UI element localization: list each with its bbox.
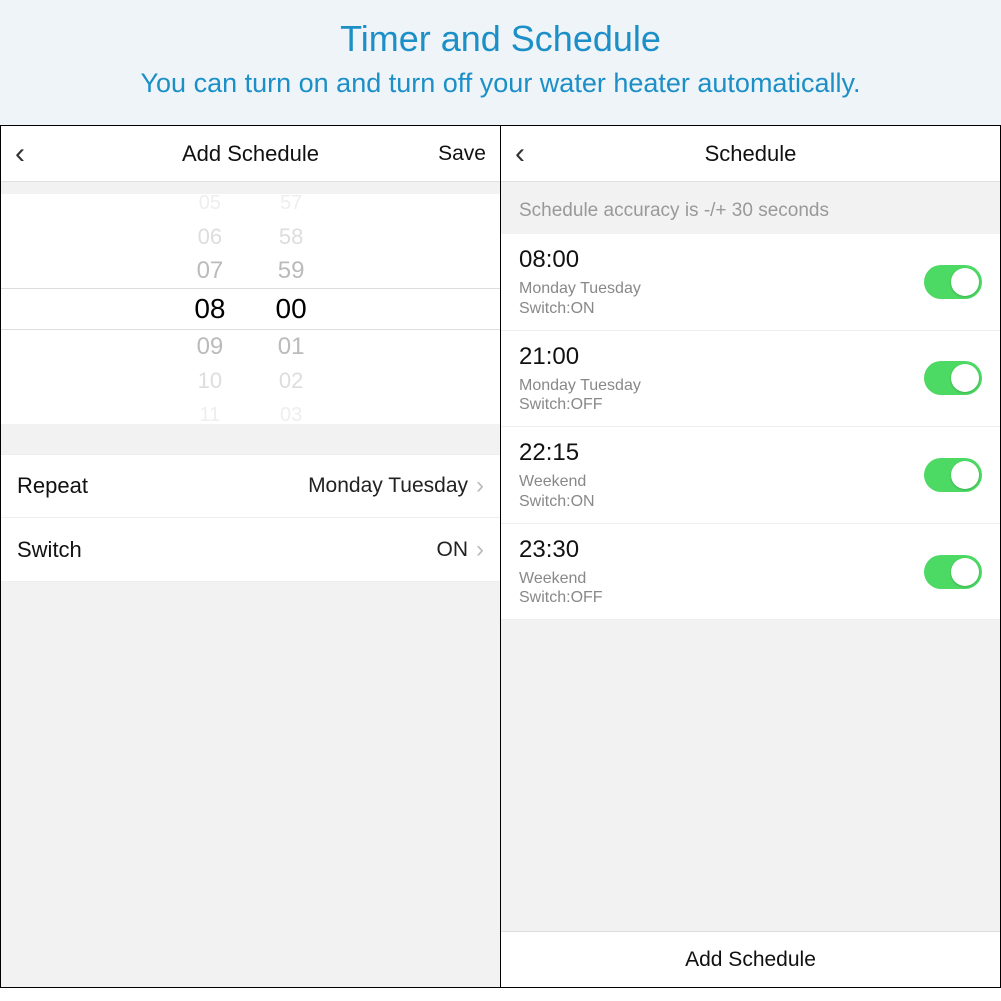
- back-button[interactable]: ‹: [15, 139, 65, 169]
- phone-schedule-list: ‹ Schedule Schedule accuracy is -/+ 30 s…: [501, 126, 1000, 987]
- schedule-row[interactable]: 21:00 Monday Tuesday Switch:OFF: [501, 331, 1000, 428]
- picker-item: 05: [199, 194, 221, 220]
- switch-value: ON: [437, 538, 469, 562]
- banner-subtitle: You can turn on and turn off your water …: [20, 68, 981, 99]
- banner-title: Timer and Schedule: [20, 18, 981, 60]
- picker-item: 07: [197, 254, 224, 288]
- picker-item: 06: [198, 220, 222, 254]
- time-picker[interactable]: 05 06 07 08 09 10 11 57 58 59 00 01 02 0…: [1, 194, 500, 424]
- picker-item: 09: [197, 330, 224, 364]
- schedule-row[interactable]: 23:30 Weekend Switch:OFF: [501, 524, 1000, 621]
- hour-wheel[interactable]: 05 06 07 08 09 10 11: [194, 194, 225, 424]
- empty-space: [1, 582, 500, 987]
- accuracy-notice: Schedule accuracy is -/+ 30 seconds: [501, 182, 1000, 234]
- schedule-time: 22:15: [519, 439, 924, 467]
- picker-item: 10: [198, 364, 222, 398]
- schedule-switch-state: Switch:OFF: [519, 589, 924, 607]
- schedule-days: Weekend: [519, 471, 924, 493]
- schedule-time: 08:00: [519, 246, 924, 274]
- schedule-time: 23:30: [519, 536, 924, 564]
- schedule-switch-state: Switch:ON: [519, 300, 924, 318]
- phone-add-schedule: ‹ Add Schedule Save 05 06 07 08 09 10 11…: [1, 126, 501, 987]
- chevron-right-icon: ›: [476, 536, 484, 564]
- schedule-list: 08:00 Monday Tuesday Switch:ON 21:00 Mon…: [501, 234, 1000, 620]
- schedule-days: Monday Tuesday: [519, 278, 924, 300]
- navbar: ‹ Schedule: [501, 126, 1000, 182]
- switch-row[interactable]: Switch ON ›: [1, 518, 500, 582]
- toggle-switch[interactable]: [924, 458, 982, 492]
- nav-title: Add Schedule: [65, 141, 436, 167]
- picker-item: 59: [278, 254, 305, 288]
- add-schedule-button[interactable]: Add Schedule: [501, 931, 1000, 987]
- picker-item: 58: [279, 220, 303, 254]
- navbar: ‹ Add Schedule Save: [1, 126, 500, 182]
- nav-title: Schedule: [565, 141, 936, 167]
- repeat-label: Repeat: [17, 473, 308, 499]
- picker-item: 01: [278, 330, 305, 364]
- schedule-days: Monday Tuesday: [519, 375, 924, 397]
- picker-item: 02: [279, 364, 303, 398]
- picker-item: 11: [200, 398, 221, 424]
- toggle-switch[interactable]: [924, 265, 982, 299]
- schedule-time: 21:00: [519, 343, 924, 371]
- repeat-row[interactable]: Repeat Monday Tuesday ›: [1, 454, 500, 518]
- chevron-right-icon: ›: [476, 472, 484, 500]
- switch-label: Switch: [17, 537, 437, 563]
- picker-item: 57: [280, 194, 302, 220]
- empty-space: [501, 620, 1000, 931]
- toggle-switch[interactable]: [924, 555, 982, 589]
- picker-item: 03: [280, 398, 302, 424]
- repeat-value: Monday Tuesday: [308, 474, 468, 498]
- banner: Timer and Schedule You can turn on and t…: [0, 0, 1001, 125]
- schedule-switch-state: Switch:OFF: [519, 396, 924, 414]
- schedule-switch-state: Switch:ON: [519, 493, 924, 511]
- schedule-days: Weekend: [519, 568, 924, 590]
- phones-container: ‹ Add Schedule Save 05 06 07 08 09 10 11…: [0, 125, 1001, 988]
- picker-item-selected: 00: [276, 288, 307, 330]
- back-button[interactable]: ‹: [515, 139, 565, 169]
- schedule-row[interactable]: 08:00 Monday Tuesday Switch:ON: [501, 234, 1000, 331]
- picker-item-selected: 08: [194, 288, 225, 330]
- toggle-switch[interactable]: [924, 361, 982, 395]
- schedule-row[interactable]: 22:15 Weekend Switch:ON: [501, 427, 1000, 524]
- save-button[interactable]: Save: [436, 142, 486, 166]
- minute-wheel[interactable]: 57 58 59 00 01 02 03: [276, 194, 307, 424]
